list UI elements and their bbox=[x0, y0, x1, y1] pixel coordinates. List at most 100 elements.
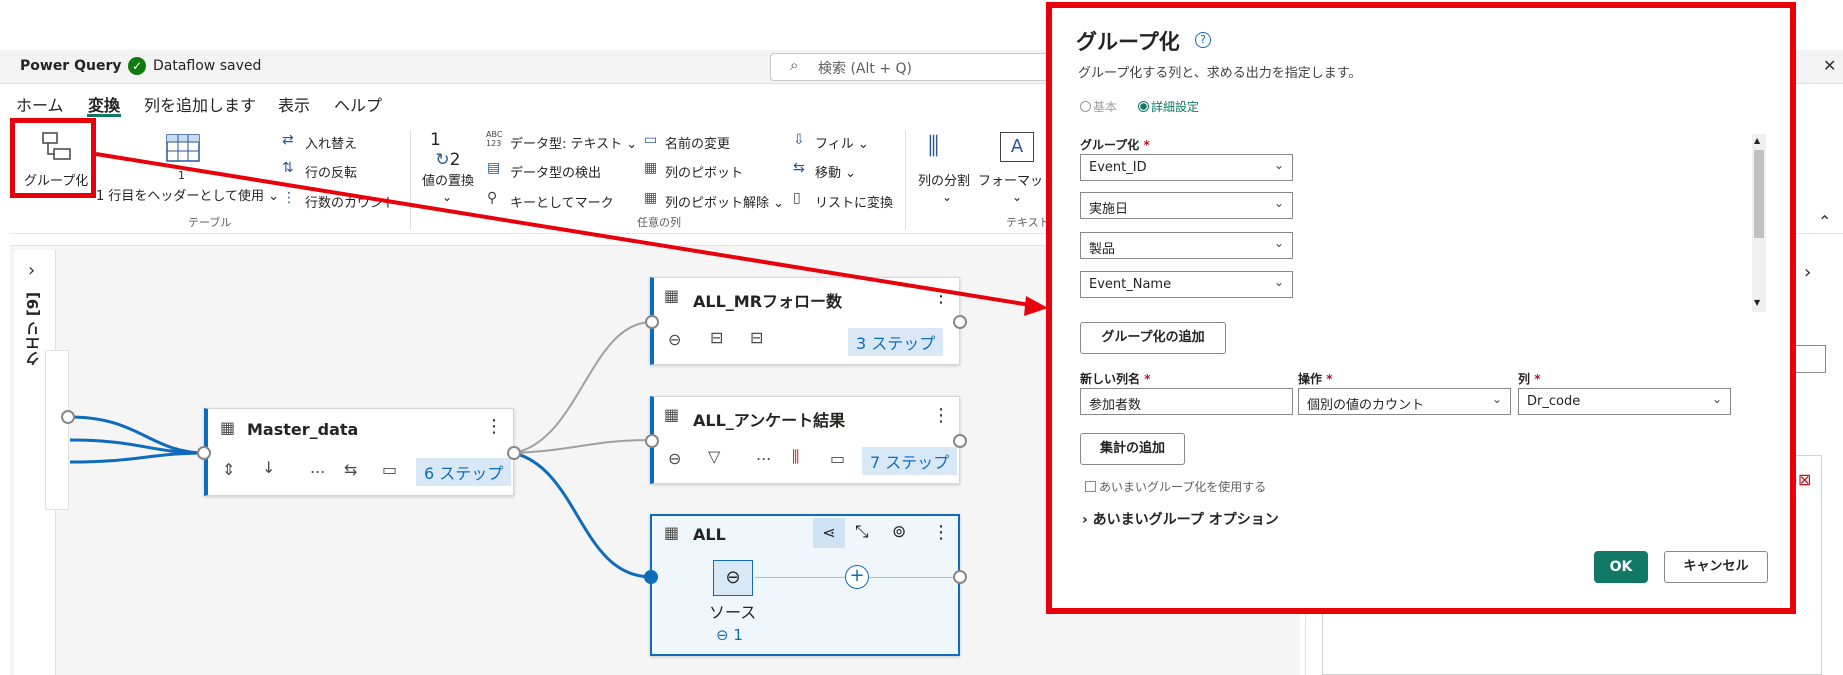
sort-icon: ↓ bbox=[262, 458, 276, 477]
add-grouping-button[interactable]: グループ化の追加 bbox=[1080, 322, 1226, 354]
select-value: Event_ID bbox=[1089, 160, 1147, 175]
fuzzy-options-expander[interactable]: › あいまいグループ オプション bbox=[1082, 509, 1279, 529]
select-value: 製品 bbox=[1089, 242, 1116, 257]
radio-basic-label: 基本 bbox=[1093, 100, 1118, 114]
chevron-right-icon[interactable]: › bbox=[1804, 262, 1811, 283]
filter-icon: ▽ bbox=[708, 447, 721, 466]
link-count: ⊖ 1 bbox=[716, 626, 743, 644]
radio-advanced[interactable]: 詳細設定 bbox=[1138, 98, 1199, 115]
input-value: 参加者数 bbox=[1089, 398, 1142, 413]
radio-basic[interactable]: 基本 bbox=[1080, 98, 1117, 115]
operation-label-text: 操作 bbox=[1298, 372, 1323, 386]
more-options-icon[interactable]: ⋮ bbox=[485, 416, 503, 437]
dialog-description: グループ化する列と、求める出力を指定します。 bbox=[1078, 66, 1362, 81]
new-column-name-label: 新しい列名 * bbox=[1080, 370, 1150, 387]
link-icon: ⊖ bbox=[668, 330, 682, 349]
expand-column-icon: ⇕ bbox=[222, 460, 236, 479]
scroll-down-icon[interactable]: ▼ bbox=[1754, 298, 1760, 307]
source-step-icon[interactable]: ⊖ bbox=[713, 560, 753, 596]
chevron-down-icon: ⌄ bbox=[1491, 392, 1502, 406]
required-marker: * bbox=[1144, 372, 1151, 386]
input-port[interactable] bbox=[197, 446, 211, 460]
radio-advanced-label: 詳細設定 bbox=[1151, 100, 1200, 114]
chevron-down-icon: ⌄ bbox=[1273, 158, 1284, 172]
required-marker: * bbox=[1326, 372, 1333, 386]
group-by-select-2[interactable]: 実施日 ⌄ bbox=[1080, 192, 1293, 219]
required-marker: * bbox=[1143, 138, 1150, 152]
chevron-down-icon: ⌄ bbox=[1273, 275, 1284, 289]
chevron-down-icon: ⌄ bbox=[1273, 236, 1284, 250]
add-aggregation-button[interactable]: 集計の追加 bbox=[1080, 433, 1185, 465]
link-icon: ⊖ bbox=[668, 449, 682, 468]
annotation-arrow bbox=[95, 152, 1048, 316]
steps-badge[interactable]: 6 ステップ bbox=[416, 458, 512, 486]
close-icon[interactable]: ✕ bbox=[1823, 56, 1836, 75]
ellipsis-icon: ... bbox=[756, 445, 772, 464]
select-value: 個別の値のカウント bbox=[1307, 398, 1425, 413]
group-by-select-3[interactable]: 製品 ⌄ bbox=[1080, 232, 1293, 259]
group-by-icon: ⊟ bbox=[750, 328, 764, 347]
table-query-icon: ▦ bbox=[664, 405, 680, 424]
table-query-icon: ▦ bbox=[664, 523, 680, 542]
steps-badge[interactable]: 7 ステップ bbox=[862, 447, 958, 475]
database-icon[interactable]: ⊚ bbox=[892, 522, 906, 542]
query-title: Master_data bbox=[247, 420, 359, 439]
scroll-up-icon[interactable]: ▲ bbox=[1754, 136, 1760, 145]
query-title: ALL_アンケート結果 bbox=[693, 411, 846, 430]
chevron-down-icon: ⌄ bbox=[1711, 392, 1722, 406]
operation-select[interactable]: 個別の値のカウント ⌄ bbox=[1298, 388, 1511, 415]
output-port[interactable] bbox=[953, 570, 967, 584]
add-step-button[interactable]: + bbox=[845, 565, 869, 589]
scrollbar-thumb[interactable] bbox=[1754, 150, 1764, 238]
group-by-icon: ⊟ bbox=[710, 328, 724, 347]
source-step-label: ソース bbox=[709, 603, 757, 622]
required-marker: * bbox=[1534, 372, 1541, 386]
query-title: ALL bbox=[693, 525, 726, 544]
help-icon[interactable]: ? bbox=[1195, 32, 1211, 48]
collapse-ribbon-icon[interactable]: ⌃ bbox=[1818, 212, 1831, 231]
rename-icon: ▭ bbox=[382, 460, 398, 479]
input-port[interactable] bbox=[645, 434, 659, 448]
group-by-label-text: グループ化 bbox=[1080, 138, 1140, 152]
group-by-select-1[interactable]: Event_ID ⌄ bbox=[1080, 154, 1293, 181]
delete-step-icon[interactable]: ⊠ bbox=[1798, 470, 1811, 489]
output-port[interactable] bbox=[953, 434, 967, 448]
new-column-name-input[interactable]: 参加者数 bbox=[1080, 388, 1293, 415]
chevron-down-icon: ⌄ bbox=[1273, 196, 1284, 210]
radio-basic-indicator bbox=[1080, 101, 1091, 112]
steps-badge[interactable]: 3 ステップ bbox=[848, 328, 944, 356]
fuzzy-options-label: あいまいグループ オプション bbox=[1092, 512, 1279, 528]
remove-columns-icon: ⫼ bbox=[792, 447, 800, 466]
column-label-text: 列 bbox=[1518, 372, 1531, 386]
fuzzy-grouping-checkbox[interactable]: あいまいグループ化を使用する bbox=[1085, 478, 1266, 495]
link-icon: ⊖ bbox=[716, 626, 729, 644]
input-port[interactable] bbox=[644, 570, 658, 584]
fuzzy-grouping-label: あいまいグループ化を使用する bbox=[1099, 480, 1267, 494]
dialog-title: グループ化 bbox=[1076, 30, 1180, 54]
more-options-icon[interactable]: ⋮ bbox=[932, 405, 950, 426]
share-icon[interactable]: ⋖ bbox=[813, 518, 845, 548]
radio-advanced-indicator bbox=[1138, 101, 1149, 112]
ellipsis-icon: ... bbox=[310, 458, 326, 477]
group-by-field-label: グループ化 * bbox=[1080, 136, 1150, 153]
checkbox-box bbox=[1085, 481, 1096, 492]
cancel-button[interactable]: キャンセル bbox=[1664, 551, 1768, 583]
ok-button[interactable]: OK bbox=[1594, 551, 1648, 583]
rename-icon: ▭ bbox=[830, 449, 846, 468]
power-query-window: Power Query ✓ Dataflow saved ⌕ 検索 (Alt +… bbox=[0, 0, 1843, 675]
output-port[interactable] bbox=[61, 410, 75, 424]
select-value: Dr_code bbox=[1527, 394, 1581, 409]
link-count-value: 1 bbox=[733, 626, 743, 644]
select-value: Event_Name bbox=[1089, 277, 1172, 292]
column-select[interactable]: Dr_code ⌄ bbox=[1518, 388, 1731, 415]
collapse-icon[interactable]: ⤡ bbox=[855, 522, 869, 542]
operation-label: 操作 * bbox=[1298, 370, 1332, 387]
chevron-right-icon: › bbox=[1082, 512, 1088, 528]
select-value: 実施日 bbox=[1089, 202, 1129, 217]
more-options-icon[interactable]: ⋮ bbox=[932, 522, 950, 543]
output-port[interactable] bbox=[507, 446, 521, 460]
column-label: 列 * bbox=[1518, 370, 1540, 387]
table-query-icon: ▦ bbox=[220, 418, 236, 437]
group-by-select-4[interactable]: Event_Name ⌄ bbox=[1080, 271, 1293, 298]
new-column-label-text: 新しい列名 bbox=[1080, 372, 1141, 386]
